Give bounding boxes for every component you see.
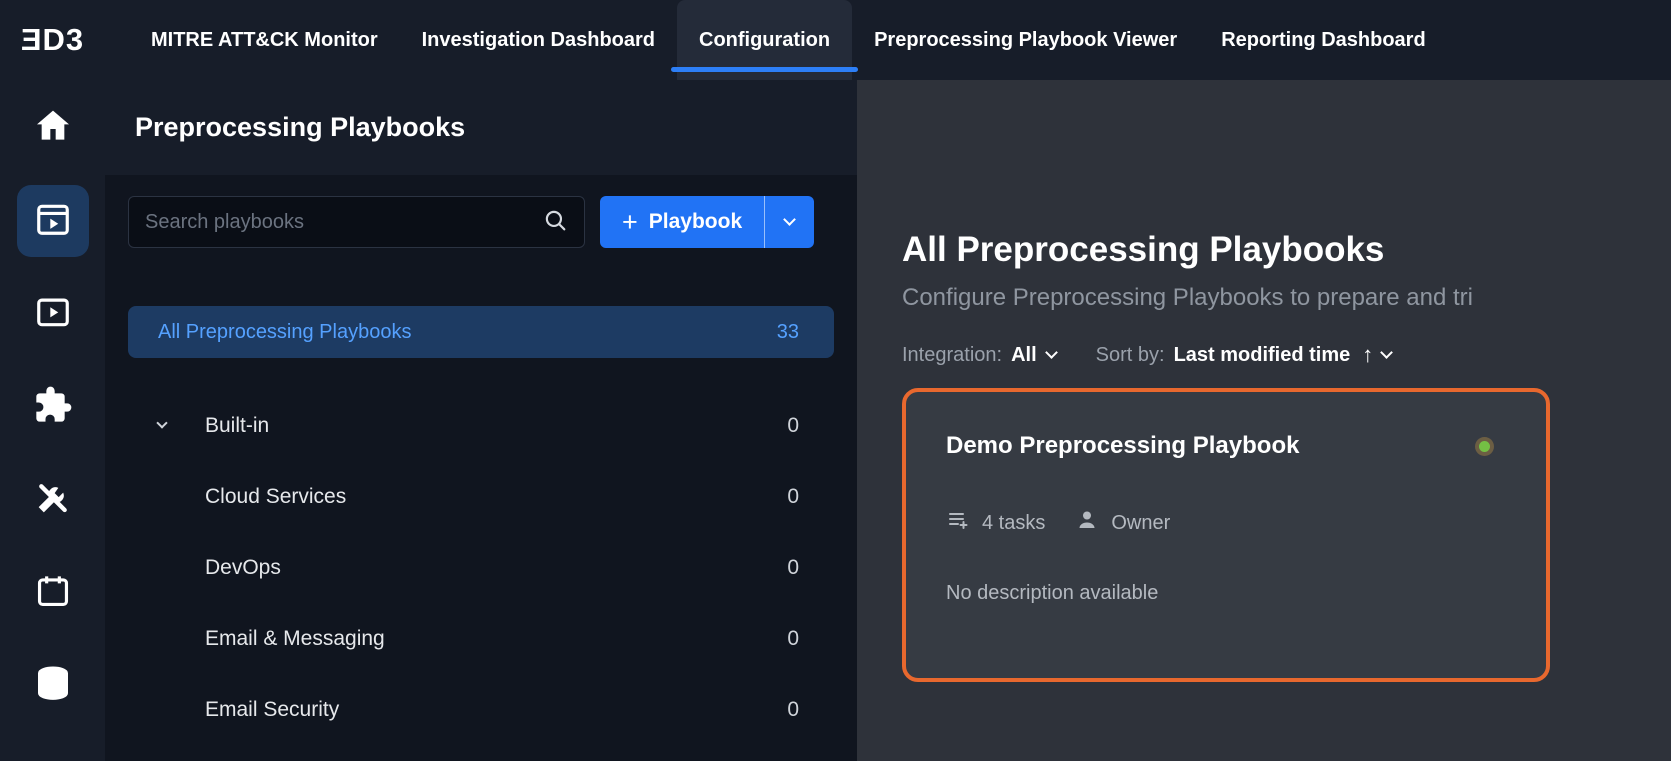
d3-logo[interactable]: ƎD3: [0, 0, 105, 80]
list-item-all-playbooks[interactable]: All Preprocessing Playbooks 33: [128, 306, 834, 358]
sort-direction-dropdown[interactable]: [1382, 353, 1391, 357]
chevron-down-icon: [1380, 346, 1393, 359]
video-playbook-icon: [34, 293, 72, 336]
main-heading: All Preprocessing Playbooks: [902, 230, 1671, 270]
nav-reporting-dashboard[interactable]: Reporting Dashboard: [1199, 0, 1447, 80]
sidebar-item-integrations[interactable]: [17, 371, 89, 443]
sort-value: Last modified time: [1174, 344, 1351, 367]
integration-filter-value: All: [1011, 344, 1037, 367]
plus-icon: +: [622, 209, 638, 236]
sidebar-item-playbook-viewer[interactable]: [17, 278, 89, 350]
tree-item-email-security[interactable]: Email Security 0: [128, 674, 834, 745]
playbook-icon: [34, 200, 72, 243]
owner-label: Owner: [1111, 512, 1170, 535]
sidebar-item-preprocessing-playbooks[interactable]: [17, 185, 89, 257]
page-title: Preprocessing Playbooks: [135, 112, 465, 143]
add-playbook-split-button: + Playbook: [600, 196, 814, 248]
tree-item-cloud-services[interactable]: Cloud Services 0: [128, 461, 834, 532]
tree-item-count: 0: [787, 698, 799, 722]
card-title-row: Demo Preprocessing Playbook: [946, 432, 1506, 460]
calendar-icon: [34, 572, 72, 615]
page-header: Preprocessing Playbooks: [105, 80, 857, 175]
all-playbooks-count: 33: [777, 321, 799, 344]
tree-item-label: Email & Messaging: [205, 627, 787, 651]
tree-item-built-in[interactable]: Built-in 0: [128, 390, 834, 461]
sort-dropdown[interactable]: Last modified time: [1174, 344, 1351, 367]
playbook-card-title: Demo Preprocessing Playbook: [946, 432, 1299, 460]
filter-row: Integration: All Sort by: Last modified …: [902, 342, 1671, 368]
nav-preprocessing-playbook-viewer[interactable]: Preprocessing Playbook Viewer: [852, 0, 1199, 80]
sidebar-item-schedule[interactable]: [17, 557, 89, 629]
tools-icon: [33, 478, 73, 523]
owner-meta: Owner: [1075, 508, 1170, 538]
playbook-card-demo[interactable]: Demo Preprocessing Playbook 4 tasks: [902, 388, 1550, 682]
tasks-count-label: 4 tasks: [982, 512, 1045, 535]
sidebar-item-data[interactable]: [17, 650, 89, 722]
sidebar-item-home[interactable]: [17, 92, 89, 164]
category-tree: Built-in 0 Cloud Services 0 DevOps 0 Ema…: [128, 390, 834, 745]
playbook-card-description: No description available: [946, 582, 1506, 605]
chevron-down-icon[interactable]: [156, 417, 167, 428]
playbook-list-panel: + Playbook All Preprocessing Playbooks 3…: [105, 175, 857, 761]
card-meta-row: 4 tasks Owner: [946, 508, 1506, 538]
add-playbook-button[interactable]: + Playbook: [600, 196, 764, 248]
status-dot: [1479, 441, 1490, 452]
integration-filter-label: Integration:: [902, 344, 1002, 367]
sort-ascending-icon[interactable]: ↑: [1362, 342, 1373, 368]
integration-filter-dropdown[interactable]: All: [1011, 344, 1056, 367]
tree-item-label: DevOps: [205, 556, 787, 580]
chevron-down-icon: [1045, 346, 1058, 359]
add-playbook-dropdown-button[interactable]: [765, 196, 814, 248]
nav-configuration[interactable]: Configuration: [677, 0, 852, 80]
sort-label: Sort by:: [1096, 344, 1165, 367]
tree-item-count: 0: [787, 414, 799, 438]
nav-investigation-dashboard[interactable]: Investigation Dashboard: [400, 0, 677, 80]
chevron-down-icon: [783, 213, 796, 226]
database-icon: [33, 664, 73, 709]
tree-item-email-messaging[interactable]: Email & Messaging 0: [128, 603, 834, 674]
person-icon: [1075, 508, 1099, 538]
nav-mitre-attack-monitor[interactable]: MITRE ATT&CK Monitor: [129, 0, 400, 80]
search-row: + Playbook: [128, 196, 834, 248]
puzzle-icon: [33, 385, 73, 430]
top-navbar: ƎD3 MITRE ATT&CK Monitor Investigation D…: [0, 0, 1671, 80]
tree-item-label: Built-in: [205, 414, 787, 438]
tree-item-label: Email Security: [205, 698, 787, 722]
tree-item-count: 0: [787, 627, 799, 651]
tree-item-count: 0: [787, 556, 799, 580]
main-panel: All Preprocessing Playbooks Configure Pr…: [857, 80, 1671, 761]
tasks-icon: [946, 508, 970, 538]
tasks-meta: 4 tasks: [946, 508, 1045, 538]
add-playbook-label: Playbook: [649, 210, 742, 234]
search-box[interactable]: [128, 196, 585, 248]
sidebar-item-utility-tools[interactable]: [17, 464, 89, 536]
tree-item-label: Cloud Services: [205, 485, 787, 509]
tree-item-count: 0: [787, 485, 799, 509]
icon-sidebar: [0, 80, 105, 761]
search-icon[interactable]: [542, 207, 568, 238]
main-subheading: Configure Preprocessing Playbooks to pre…: [902, 284, 1671, 312]
sort-group: Sort by: Last modified time ↑: [1096, 342, 1392, 368]
top-nav-items: MITRE ATT&CK Monitor Investigation Dashb…: [129, 0, 1448, 80]
all-playbooks-label: All Preprocessing Playbooks: [158, 321, 411, 344]
search-input[interactable]: [145, 211, 542, 234]
tree-item-devops[interactable]: DevOps 0: [128, 532, 834, 603]
home-icon: [33, 106, 73, 151]
